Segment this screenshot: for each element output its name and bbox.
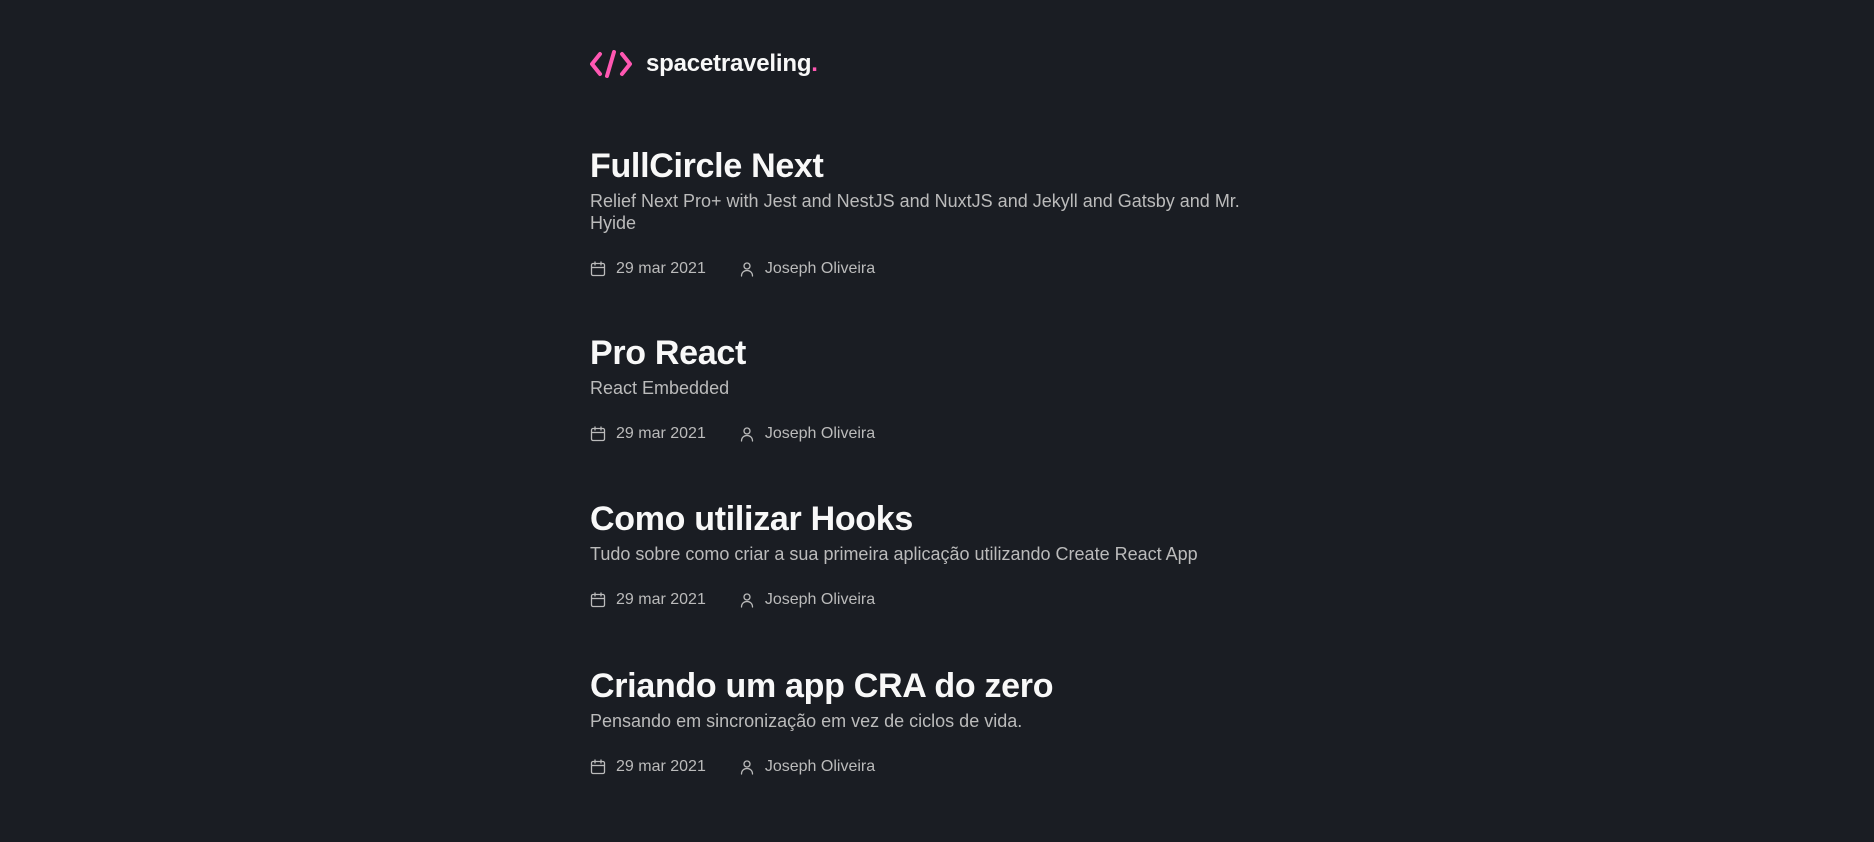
post-info: 29 mar 2021 Joseph Oliveira xyxy=(590,758,1290,776)
post-title-link[interactable]: Pro React xyxy=(590,333,1290,373)
post-author: Joseph Oliveira xyxy=(739,260,875,278)
post-subtitle: Pensando em sincronização em vez de cicl… xyxy=(590,711,1023,731)
site-header: spacetraveling. xyxy=(590,48,818,80)
calendar-icon xyxy=(590,426,606,442)
post-info: 29 mar 2021 Joseph Oliveira xyxy=(590,591,1290,609)
post-date-text: 29 mar 2021 xyxy=(616,591,706,608)
post-author-text: Joseph Oliveira xyxy=(764,260,876,277)
calendar-icon xyxy=(590,261,606,277)
post-author: Joseph Oliveira xyxy=(739,758,875,776)
post-author-text: Joseph Oliveira xyxy=(764,758,876,775)
post-info: 29 mar 2021 Joseph Oliveira xyxy=(590,425,1290,443)
post-date: 29 mar 2021 xyxy=(590,758,706,776)
post-item: FullCircle Next Relief Next Pro+ with Je… xyxy=(590,146,1290,278)
logo-link[interactable]: spacetraveling. xyxy=(590,50,818,78)
post-author-text: Joseph Oliveira xyxy=(764,425,876,442)
post-subtitle: Tudo sobre como criar a sua primeira apl… xyxy=(590,544,1198,564)
calendar-icon xyxy=(590,759,606,775)
post-date-text: 29 mar 2021 xyxy=(616,425,706,442)
post-item: Como utilizar Hooks Tudo sobre como cria… xyxy=(590,499,1290,609)
logo-name: spacetraveling xyxy=(646,50,812,77)
post-subtitle: React Embedded xyxy=(590,378,730,398)
post-date-text: 29 mar 2021 xyxy=(616,758,706,775)
post-info: 29 mar 2021 Joseph Oliveira xyxy=(590,260,1290,278)
post-author: Joseph Oliveira xyxy=(739,591,875,609)
user-icon xyxy=(740,262,753,277)
post-title-link[interactable]: Criando um app CRA do zero xyxy=(590,666,1290,706)
calendar-icon xyxy=(590,592,606,608)
post-author: Joseph Oliveira xyxy=(739,425,875,443)
post-date: 29 mar 2021 xyxy=(590,425,706,443)
user-icon xyxy=(740,427,753,442)
post-author-text: Joseph Oliveira xyxy=(764,591,876,608)
post-title-link[interactable]: Como utilizar Hooks xyxy=(590,499,1290,539)
post-item: Pro React React Embedded 29 mar 2021 Jos… xyxy=(590,333,1290,443)
user-icon xyxy=(740,593,753,608)
user-icon xyxy=(740,760,753,775)
post-date: 29 mar 2021 xyxy=(590,591,706,609)
post-subtitle: Relief Next Pro+ with Jest and NestJS an… xyxy=(590,191,1240,233)
post-title-link[interactable]: FullCircle Next xyxy=(590,146,1290,186)
post-item: Criando um app CRA do zero Pensando em s… xyxy=(590,666,1290,776)
post-date: 29 mar 2021 xyxy=(590,260,706,278)
logo-dot: . xyxy=(811,50,818,77)
logo-text: spacetraveling. xyxy=(646,50,818,78)
code-icon xyxy=(590,50,632,78)
post-date-text: 29 mar 2021 xyxy=(616,260,706,277)
